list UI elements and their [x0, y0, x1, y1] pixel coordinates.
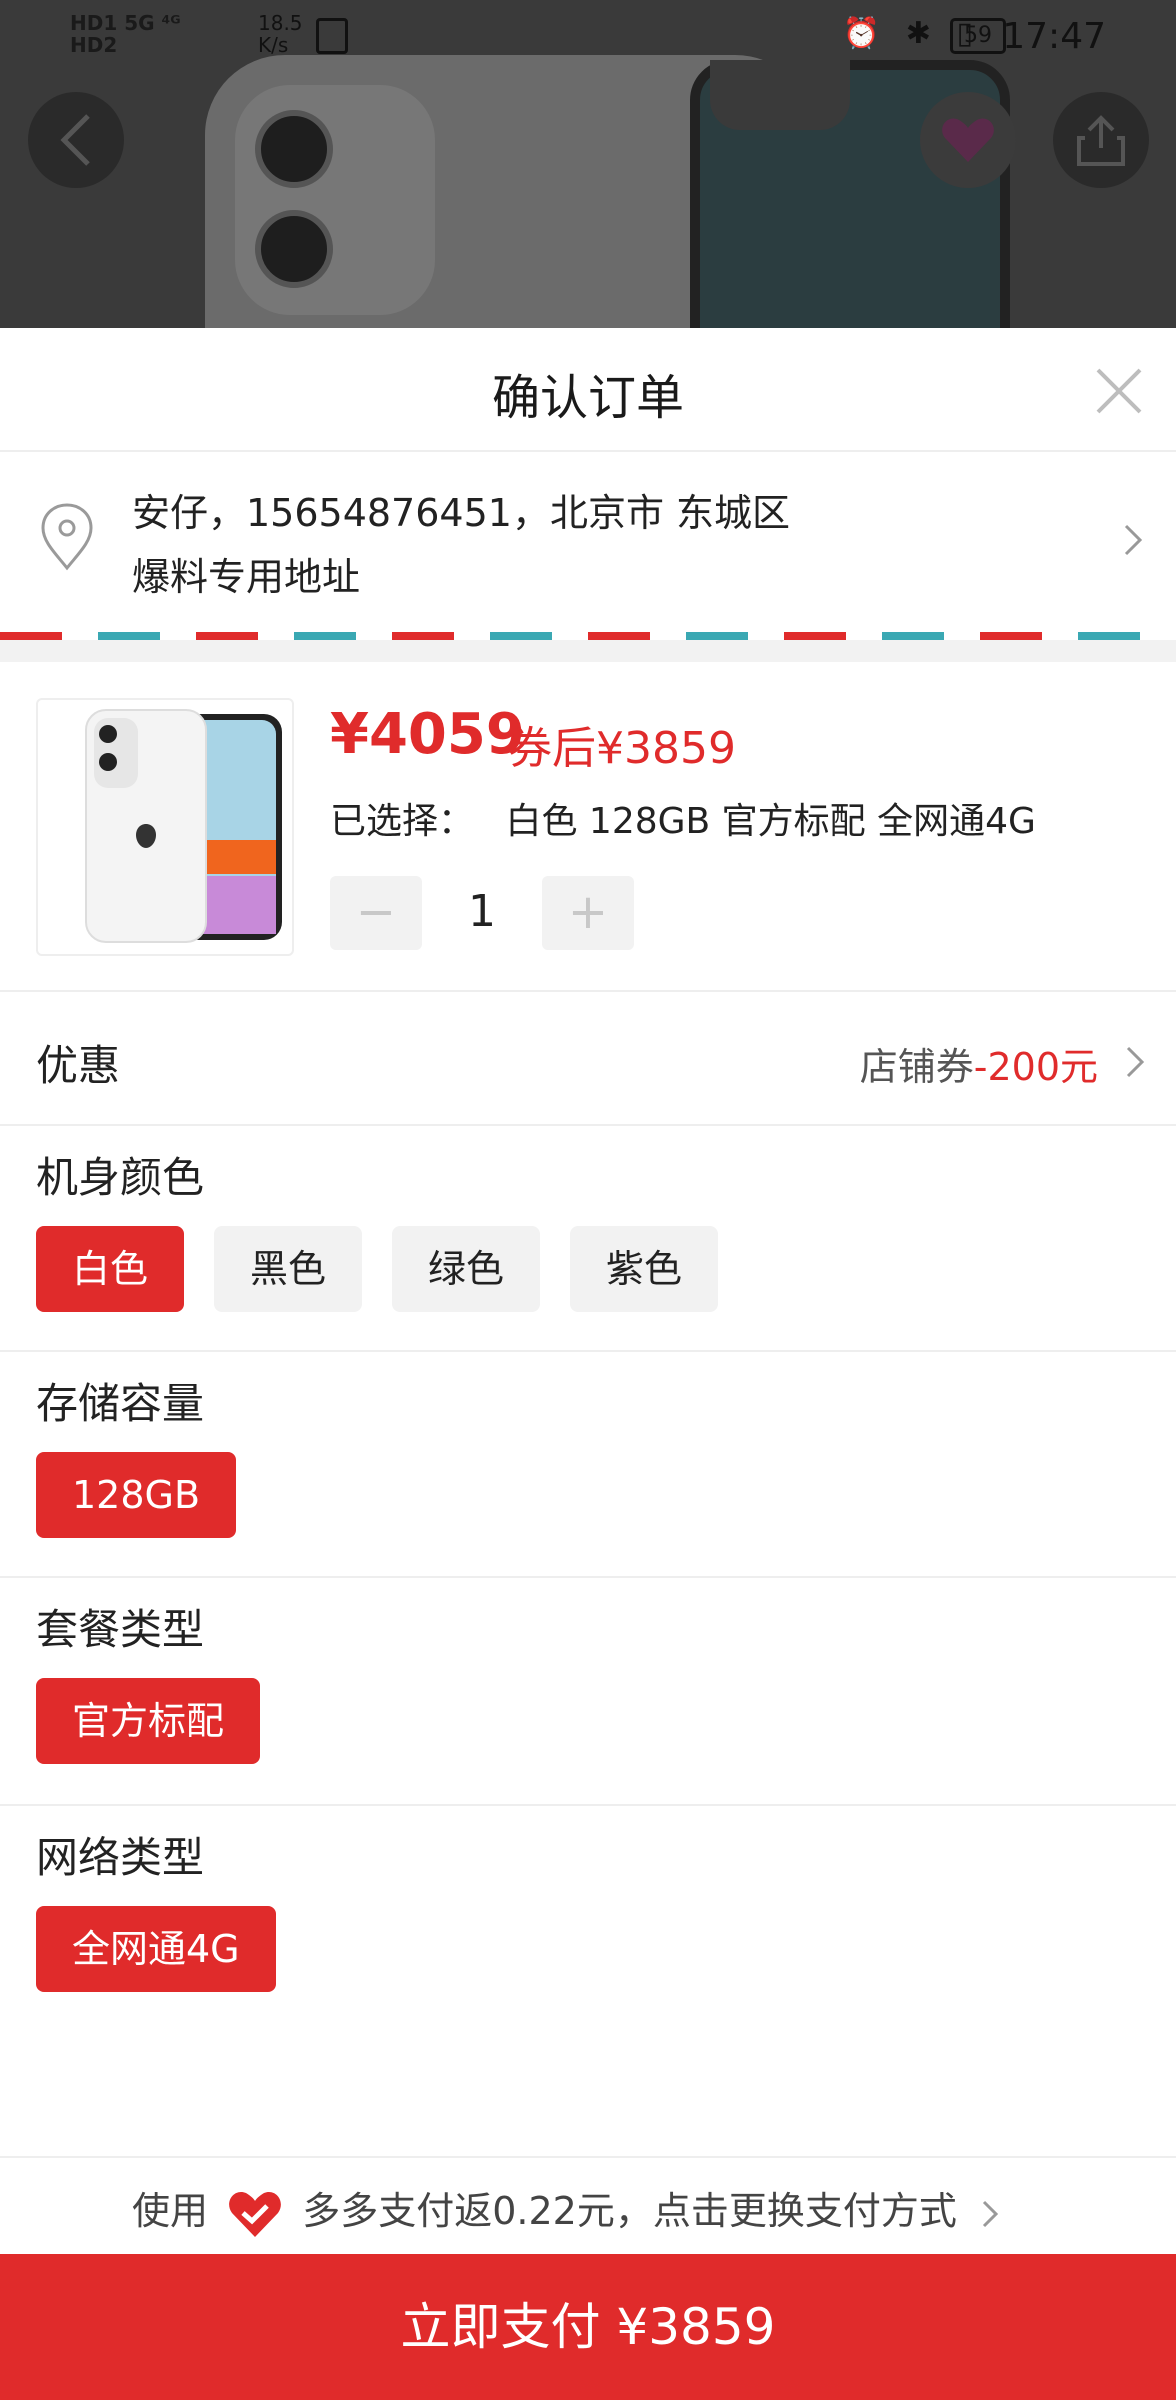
chip-128gb[interactable]: 128GB [36, 1452, 237, 1538]
payment-method-row[interactable]: 使用 多多支付返0.22元，点击更换支付方式 [0, 2156, 1176, 2256]
quantity-value: 1 [468, 886, 496, 937]
option-title: 网络类型 [36, 1833, 205, 1882]
address-stripe-divider [0, 632, 1176, 640]
close-icon[interactable] [1092, 364, 1146, 418]
nfc-icon [316, 18, 348, 54]
option-title: 机身颜色 [36, 1153, 205, 1202]
store-coupon-label: 店铺券 [859, 1045, 974, 1089]
camera-lens [255, 210, 333, 288]
chevron-right-icon [1124, 524, 1143, 556]
signal-indicators: HD1 5G ⁴ᴳ HD2 [70, 12, 181, 56]
discount-value: 店铺券-200元 [860, 1036, 1098, 1091]
camera-module [235, 85, 435, 315]
address-label: 爆料专用地址 [132, 555, 361, 599]
back-button[interactable] [28, 92, 124, 188]
order-confirm-sheet: 确认订单 安仔，15654876451，北京市 东城区 爆料专用地址 ¥4059… [0, 328, 1176, 2400]
discount-label: 优惠 [36, 1041, 121, 1090]
option-chips: 白色 黑色 绿色 紫色 [36, 1226, 748, 1312]
chip-official-standard[interactable]: 官方标配 [36, 1678, 261, 1764]
share-icon [1077, 115, 1125, 166]
pay-now-button[interactable]: 立即支付 ¥3859 [0, 2254, 1176, 2400]
signal-text-2: HD2 [70, 33, 118, 57]
heart-icon [942, 118, 994, 162]
chip-black[interactable]: 黑色 [214, 1226, 363, 1312]
option-chips: 全网通4G [36, 1906, 306, 1992]
chip-purple[interactable]: 紫色 [570, 1226, 719, 1312]
section-gap [0, 640, 1176, 662]
product-price: ¥4059 [330, 702, 525, 767]
shipping-address[interactable]: 安仔，15654876451，北京市 东城区 爆料专用地址 [0, 452, 1176, 628]
phone-notch [710, 60, 850, 130]
chip-green[interactable]: 绿色 [392, 1226, 541, 1312]
option-storage: 存储容量 128GB [0, 1352, 1176, 1578]
option-chips: 官方标配 [36, 1678, 290, 1764]
option-title: 套餐类型 [36, 1605, 205, 1654]
option-color: 机身颜色 白色 黑色 绿色 紫色 [0, 1126, 1176, 1352]
battery-icon: 59 [950, 18, 1006, 54]
discount-row[interactable]: 优惠 店铺券-200元 [0, 992, 1176, 1126]
duoduo-pay-icon [229, 2191, 281, 2237]
chevron-right-icon [982, 2200, 999, 2227]
camera-lens [255, 110, 333, 188]
payment-prefix: 使用 [132, 2189, 209, 2233]
product-summary: ¥4059 券后¥3859 已选择： 白色 128GB 官方标配 全网通4G −… [0, 662, 1176, 992]
product-thumbnail [36, 698, 294, 956]
quantity-decrease-button[interactable]: − [330, 876, 422, 950]
chip-white[interactable]: 白色 [36, 1226, 185, 1312]
option-title: 存储容量 [36, 1379, 205, 1428]
page-title: 确认订单 [491, 370, 684, 426]
chevron-left-icon [60, 114, 90, 166]
option-network: 网络类型 全网通4G [0, 1806, 1176, 2032]
coupon-amount: -200元 [973, 1045, 1098, 1089]
favorite-button[interactable] [920, 92, 1016, 188]
price-after-coupon: 券后¥3859 [508, 723, 736, 774]
product-gallery-background: HD1 5G ⁴ᴳ HD2 18.5 K/s ⏰ ✱ ▯ 59 17:47 [0, 0, 1176, 328]
signal-text: HD1 5G ⁴ᴳ [70, 11, 181, 35]
share-button[interactable] [1053, 92, 1149, 188]
watermark-url: zhizhizhi.com [1024, 2202, 1160, 2226]
chip-all-network-4g[interactable]: 全网通4G [36, 1906, 276, 1992]
selected-value: 白色 128GB 官方标配 全网通4G [505, 801, 1036, 842]
quantity-increase-button[interactable]: + [542, 876, 634, 950]
option-chips: 128GB [36, 1452, 266, 1538]
chevron-right-icon [1126, 1046, 1145, 1078]
location-pin-icon [41, 503, 93, 571]
selected-spec: 已选择： 白色 128GB 官方标配 全网通4G [330, 792, 1036, 844]
payment-method-text: 使用 多多支付返0.22元，点击更换支付方式 [132, 2180, 1001, 2239]
status-bar: HD1 5G ⁴ᴳ HD2 18.5 K/s ⏰ ✱ ▯ 59 17:47 [0, 0, 1176, 70]
address-contact: 安仔，15654876451，北京市 东城区 [132, 491, 791, 535]
sheet-header: 确认订单 [0, 328, 1176, 452]
net-speed: 18.5 K/s [258, 11, 303, 57]
clock: 17:47 [1002, 16, 1106, 57]
selected-label: 已选择： [330, 801, 475, 842]
iphone-image [85, 709, 282, 943]
option-package: 套餐类型 官方标配 [0, 1578, 1176, 1806]
payment-cashback-text: 多多支付返0.22元，点击更换支付方式 [302, 2189, 957, 2233]
